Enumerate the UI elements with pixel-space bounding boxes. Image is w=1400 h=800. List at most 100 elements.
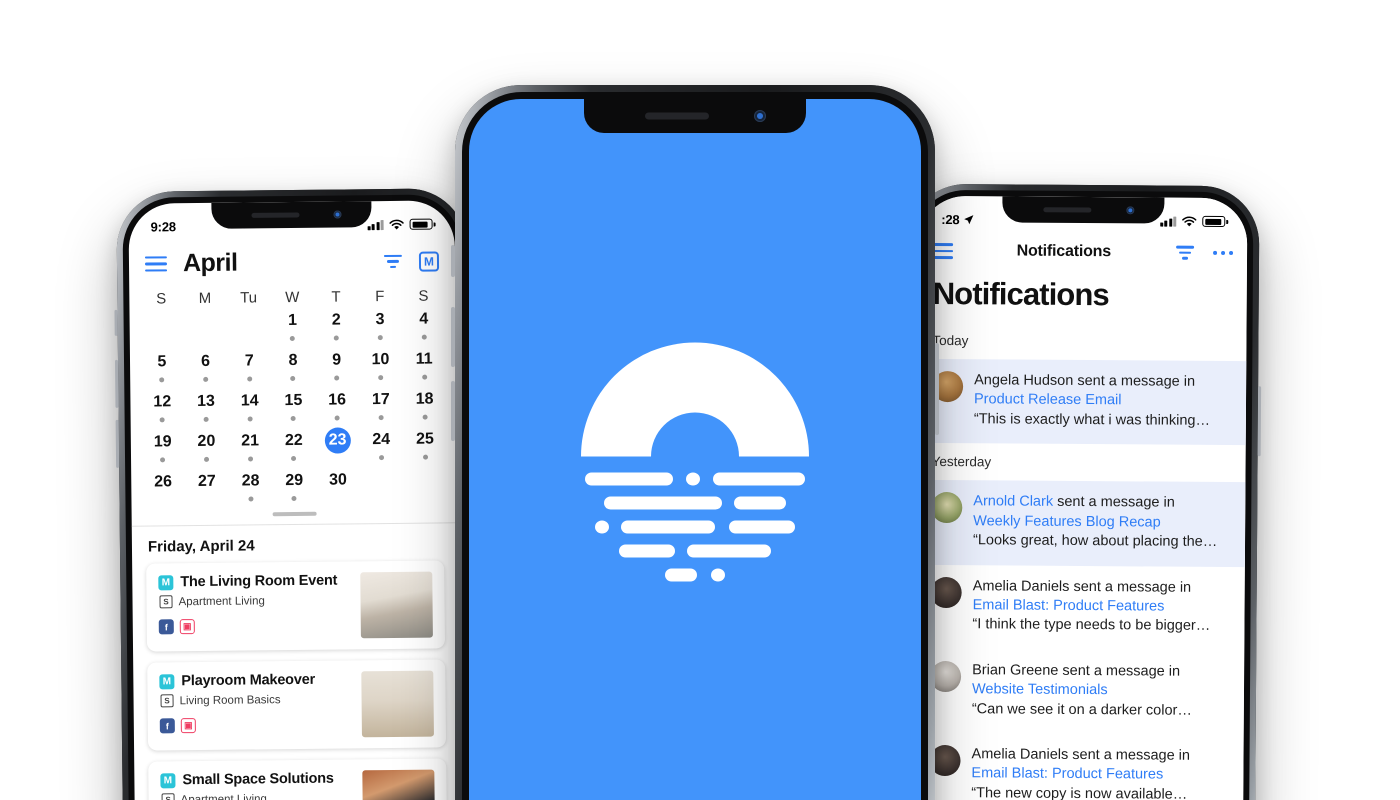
brand-badge-icon[interactable]: M <box>418 250 440 272</box>
status-indicators <box>367 218 433 231</box>
power-button[interactable] <box>935 343 939 435</box>
status-time: :28 <box>941 212 960 228</box>
hamburger-menu-icon[interactable] <box>144 255 168 272</box>
calendar-day-5[interactable]: 5 <box>140 349 184 387</box>
mute-switch[interactable] <box>451 245 455 277</box>
filter-icon[interactable] <box>383 254 403 269</box>
navbar-title: Notifications <box>1016 242 1112 261</box>
calendar-day-18[interactable]: 18 <box>403 386 447 424</box>
calendar-day-number: 19 <box>153 433 172 451</box>
calendar-day-23[interactable]: 23 <box>316 427 360 465</box>
notification-group-label: Yesterday <box>931 454 992 470</box>
center-phone-screen <box>469 99 921 800</box>
center-notch <box>584 99 806 133</box>
front-camera <box>754 110 766 122</box>
calendar-day-13[interactable]: 13 <box>184 389 228 427</box>
volume-down-button[interactable] <box>115 419 120 468</box>
hamburger-menu-icon[interactable] <box>933 243 954 259</box>
volume-up-button[interactable] <box>114 359 119 408</box>
calendar-day-number: 6 <box>201 352 211 370</box>
calendar-day-10[interactable]: 10 <box>358 347 402 385</box>
calendar-day-25[interactable]: 25 <box>403 426 447 464</box>
calendar-day-6[interactable]: 6 <box>184 349 228 387</box>
calendar-day-8[interactable]: 8 <box>271 348 315 386</box>
calendar-day-number <box>369 467 395 493</box>
instagram-icon[interactable]: ▣ <box>180 718 196 734</box>
calendar-day-3[interactable]: 3 <box>358 307 402 345</box>
notification-actor-name[interactable]: Arnold Clark <box>973 494 1053 511</box>
calendar-day-dot <box>203 416 209 422</box>
calendar-day-26[interactable]: 26 <box>141 469 185 507</box>
weekday-label: F <box>375 288 385 306</box>
calendar-day-number: 25 <box>415 430 434 448</box>
calendar-day-number: 22 <box>284 431 303 450</box>
calendar-day-dot <box>203 376 209 382</box>
notification-context-link[interactable]: Email Blast: Product Features <box>971 765 1229 786</box>
calendar-day-20[interactable]: 20 <box>184 429 228 467</box>
notification-context-link[interactable]: Weekly Features Blog Recap <box>973 512 1231 533</box>
calendar-day-dot <box>246 376 253 382</box>
weekday-label: T <box>331 288 341 306</box>
power-button[interactable] <box>1257 386 1262 457</box>
calendar-day-dot <box>333 335 340 341</box>
sheet-grabber[interactable] <box>272 511 317 517</box>
event-card[interactable]: M Playroom Makeover S Living Room Basics f ▣ <box>147 659 447 751</box>
calendar-grid: 1 2 3 4 5 6 7 8 9 10 11 12 13 14 15 16 17 18 19 20 21 22 23 24 2… <box>129 306 457 507</box>
notification-row[interactable]: Amelia Daniels sent a message in Email Bl… <box>915 733 1244 800</box>
notification-row[interactable]: Arnold Clark sent a message in Weekly Fea… <box>916 480 1246 567</box>
notification-context-link[interactable]: Product Release Email <box>974 391 1232 412</box>
volume-up-button[interactable] <box>451 307 455 367</box>
calendar-day-27[interactable]: 27 <box>185 469 229 507</box>
calendar-day-4[interactable]: 4 <box>402 306 446 344</box>
instagram-icon[interactable]: ▣ <box>179 619 195 635</box>
event-card-body: MSmall Space SolutionsSApartment Living↱… <box>160 770 353 800</box>
notification-row[interactable]: Angela Hudson sent a message in Product R… <box>917 358 1247 446</box>
notification-context-link[interactable]: Email Blast: Product Features <box>973 596 1231 617</box>
calendar-day-number: 29 <box>285 471 304 490</box>
calendar-day-14[interactable]: 14 <box>228 388 272 426</box>
calendar-day-dot <box>159 377 165 383</box>
calendar-day-number: 1 <box>288 311 298 330</box>
calendar-day-21[interactable]: 21 <box>228 428 272 466</box>
mute-switch[interactable] <box>114 309 118 336</box>
calendar-day-dot <box>334 375 340 381</box>
event-card[interactable]: M The Living Room Event S Apartment Living f… <box>146 560 446 652</box>
more-options-icon[interactable] <box>1212 250 1234 256</box>
event-card[interactable]: MSmall Space SolutionsSApartment Living↱… <box>148 758 448 800</box>
calendar-day-2[interactable]: 2 <box>314 307 358 345</box>
calendar-day-number: 4 <box>419 310 429 328</box>
calendar-day-30[interactable]: 30 <box>316 467 360 505</box>
weekday-label: Tu <box>240 289 258 307</box>
notification-row[interactable]: Amelia Daniels sent a message in Email Bl… <box>916 564 1245 651</box>
group-badge-icon: S <box>161 793 175 800</box>
facebook-icon[interactable]: f <box>158 619 174 635</box>
calendar-day-dot <box>377 335 383 341</box>
calendar-day-12[interactable]: 12 <box>140 389 184 427</box>
calendar-day-17[interactable]: 17 <box>359 387 403 425</box>
notification-action-text: sent a message in <box>1069 578 1192 596</box>
sunrise-logo <box>565 342 825 582</box>
calendar-day-7[interactable]: 7 <box>227 348 271 386</box>
calendar-day-16[interactable]: 16 <box>315 387 359 425</box>
calendar-day-22[interactable]: 22 <box>272 428 316 466</box>
calendar-day-29[interactable]: 29 <box>272 468 316 506</box>
calendar-day-15[interactable]: 15 <box>271 388 315 426</box>
calendar-day-dot <box>334 415 340 421</box>
calendar-day-empty <box>183 309 227 347</box>
calendar-day-number <box>148 309 174 335</box>
notification-actor-line: Brian Greene sent a message in <box>972 661 1230 682</box>
calendar-day-28[interactable]: 28 <box>229 468 273 506</box>
calendar-day-19[interactable]: 19 <box>141 429 185 467</box>
calendar-day-11[interactable]: 11 <box>402 346 446 384</box>
calendar-day-9[interactable]: 9 <box>315 347 359 385</box>
notification-context-link[interactable]: Website Testimonials <box>972 680 1230 701</box>
filter-icon[interactable] <box>1175 246 1195 260</box>
calendar-day-number <box>192 309 218 335</box>
event-social-icons: f ▣ <box>159 716 352 734</box>
calendar-day-1[interactable]: 1 <box>271 308 315 346</box>
volume-down-button[interactable] <box>451 381 455 441</box>
facebook-icon[interactable]: f <box>159 718 175 734</box>
notification-row[interactable]: Brian Greene sent a message in Website Te… <box>916 649 1245 736</box>
calendar-day-24[interactable]: 24 <box>359 427 403 465</box>
weekday-label: W <box>285 288 300 307</box>
